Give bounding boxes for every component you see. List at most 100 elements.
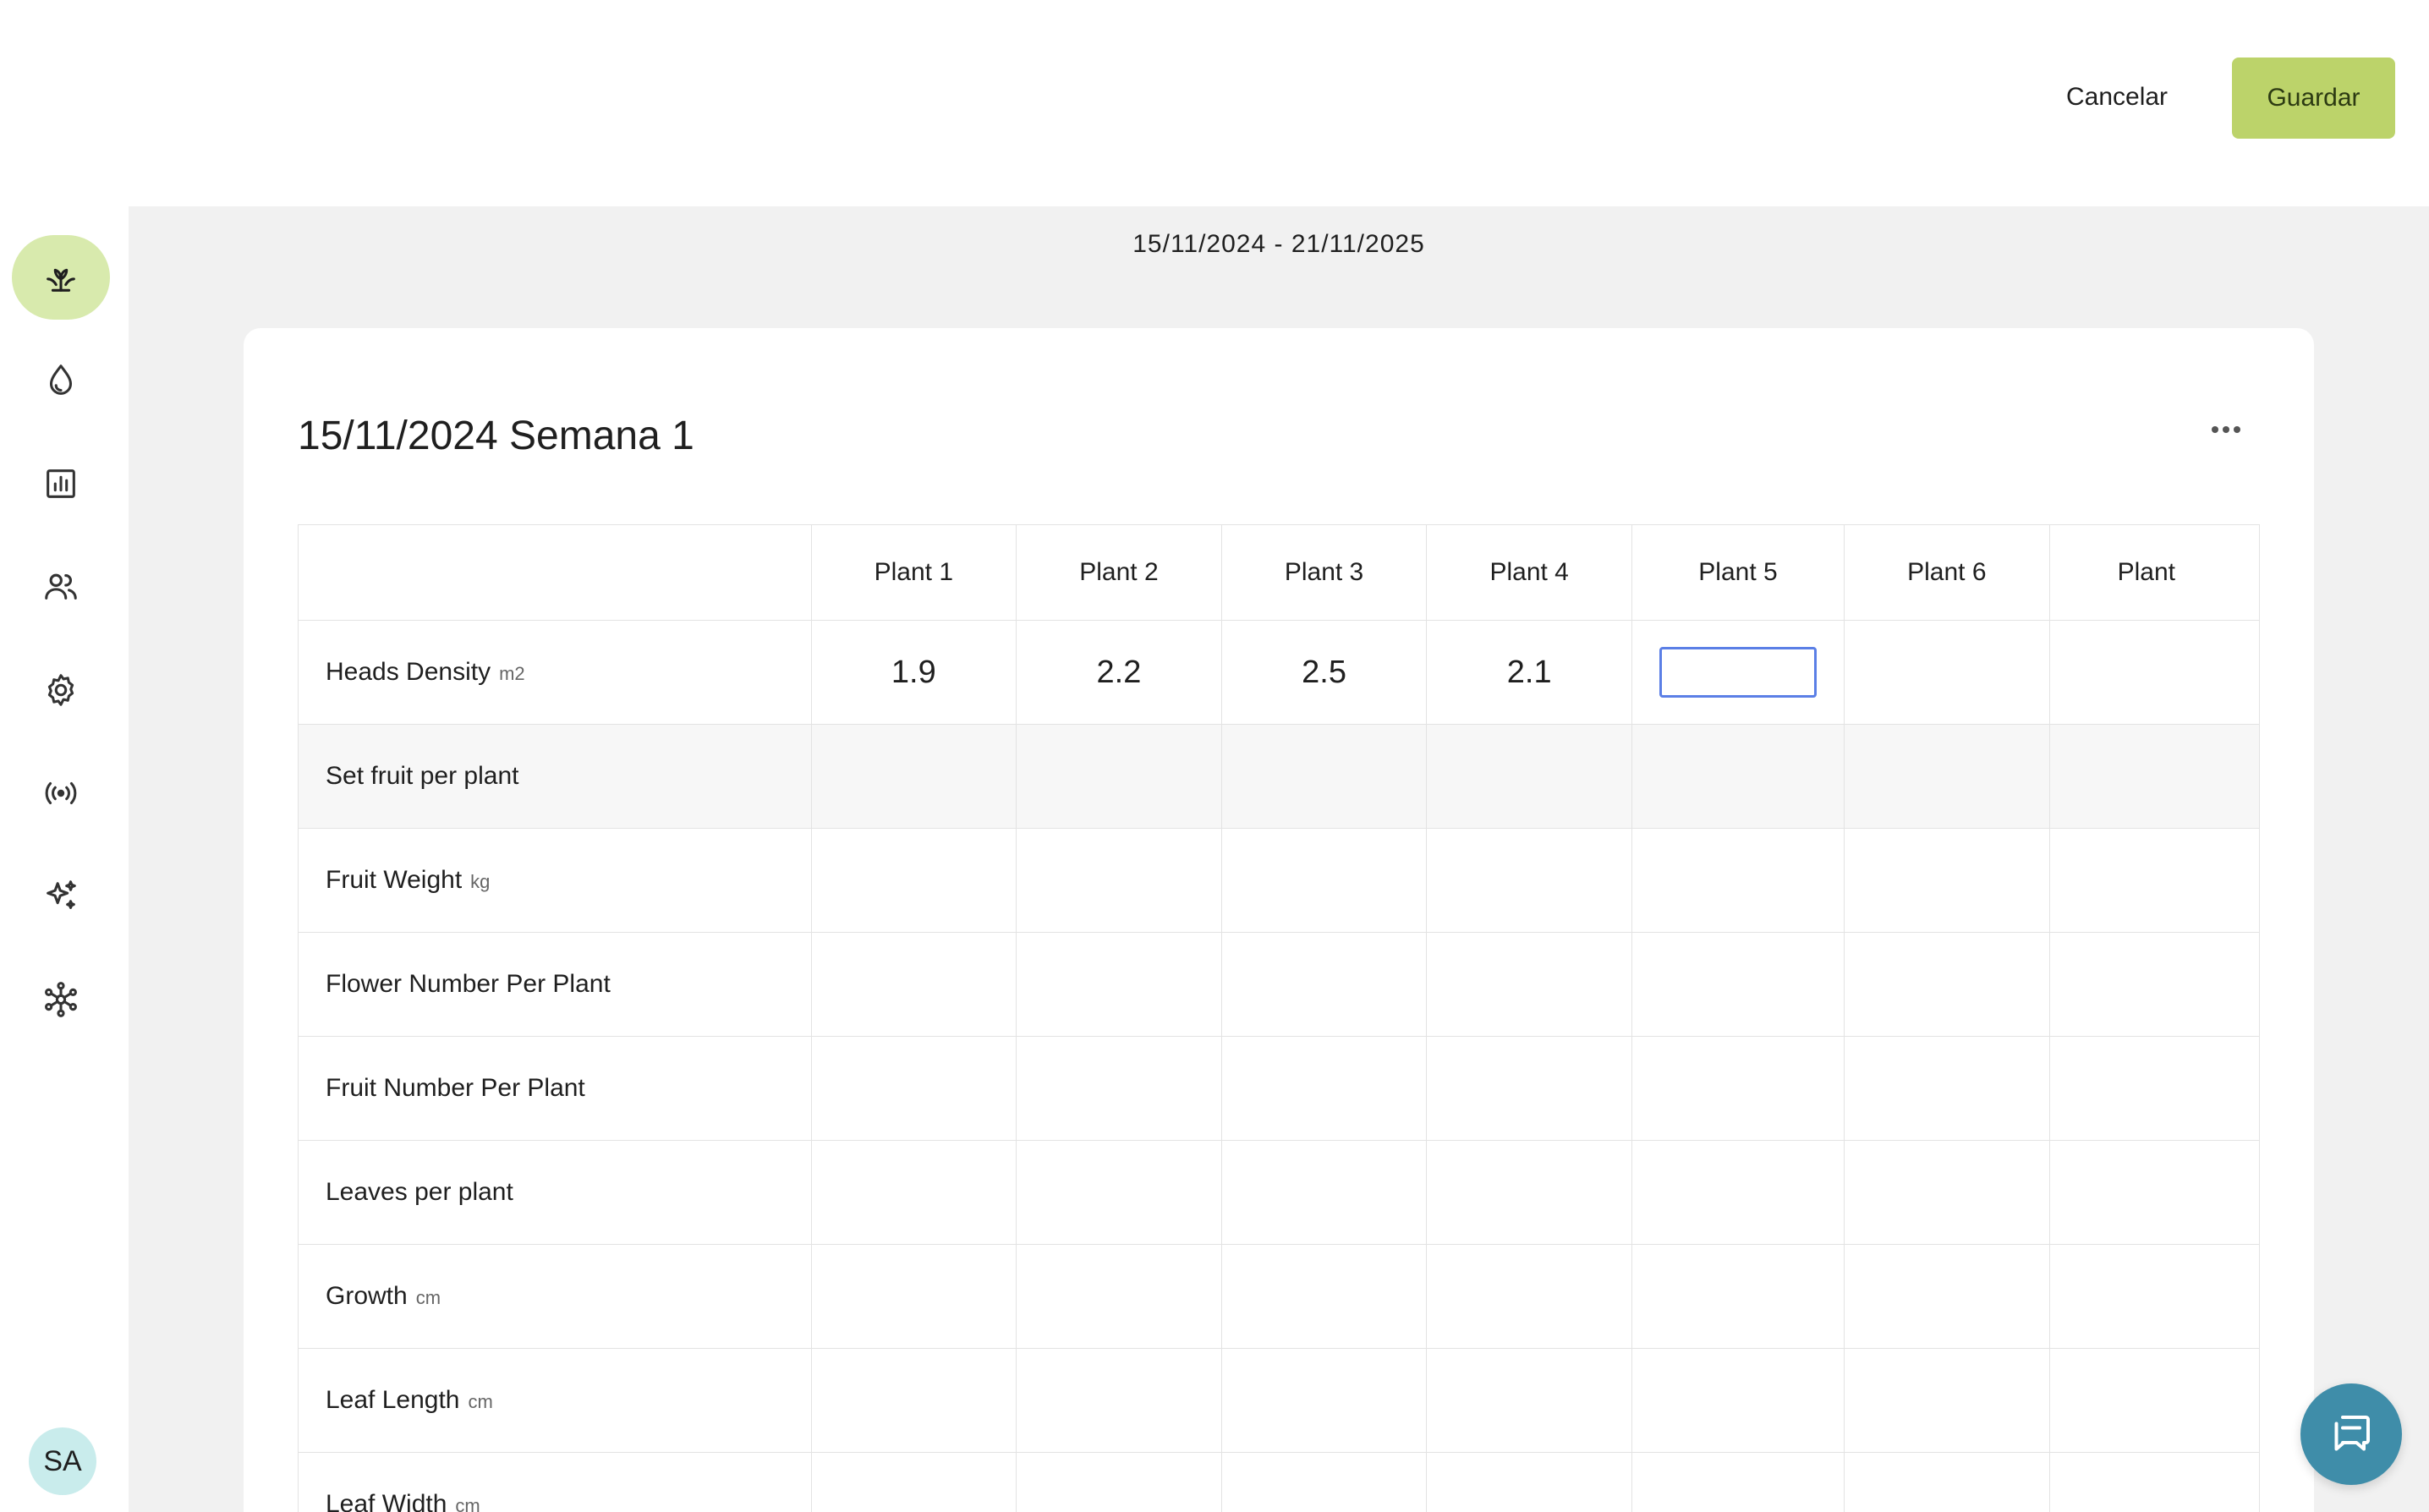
table-cell[interactable] (1844, 620, 2050, 725)
measurements-table-wrap[interactable]: Plant 1 Plant 2 Plant 3 Plant 4 Plant 5 … (298, 524, 2260, 1512)
row-label-text: Leaf Width (326, 1490, 447, 1512)
table-cell[interactable] (1631, 1244, 1845, 1349)
table-cell[interactable] (1220, 1452, 1428, 1512)
table-cell[interactable]: 2.2 (1016, 620, 1222, 725)
table-cell[interactable] (2048, 932, 2260, 1037)
table-cell[interactable] (1426, 1348, 1632, 1453)
row-label: Heads Density m2 (298, 620, 812, 725)
table-cell[interactable] (810, 1452, 1017, 1512)
table-cell[interactable] (810, 932, 1017, 1037)
table-cell[interactable] (810, 1348, 1017, 1453)
sidebar-item-reports[interactable] (12, 441, 110, 526)
table-cell[interactable] (2048, 724, 2260, 829)
table-cell[interactable] (2048, 620, 2260, 725)
sidebar-item-crops[interactable] (12, 235, 110, 320)
table-cell[interactable] (1016, 1348, 1222, 1453)
table-row: Set fruit per plant (298, 724, 2260, 829)
table-cell[interactable] (1220, 1244, 1428, 1349)
table-cell[interactable] (1844, 1140, 2050, 1245)
table-cell[interactable] (1426, 724, 1632, 829)
users-icon (45, 573, 77, 600)
column-header: Plant (2048, 524, 2260, 621)
table-cell[interactable] (2048, 1452, 2260, 1512)
table-cell[interactable] (810, 828, 1017, 933)
table-cell[interactable] (1016, 828, 1222, 933)
sidebar-item-integrations[interactable] (12, 957, 110, 1042)
table-cell[interactable] (810, 724, 1017, 829)
table-cell[interactable] (1220, 932, 1428, 1037)
more-options-icon[interactable] (2201, 413, 2251, 446)
table-cell[interactable] (1844, 1036, 2050, 1141)
sidebar-item-irrigation[interactable] (12, 338, 110, 423)
table-cell[interactable] (1631, 724, 1845, 829)
column-header: Plant 1 (810, 524, 1017, 621)
table-cell[interactable] (1220, 1348, 1428, 1453)
table-cell[interactable] (1220, 828, 1428, 933)
table-cell[interactable] (1631, 620, 1845, 725)
sparkles-icon (47, 880, 76, 909)
sidebar-item-settings[interactable] (12, 648, 110, 732)
table-row: Leaves per plant (298, 1140, 2260, 1245)
table-cell[interactable] (1631, 1140, 1845, 1245)
table-cell[interactable] (1631, 1036, 1845, 1141)
table-cell[interactable] (1631, 1348, 1845, 1453)
table-cell[interactable] (2048, 1036, 2260, 1141)
row-label: Leaf Width cm (298, 1452, 812, 1512)
table-cell[interactable] (1016, 932, 1222, 1037)
table-cell[interactable] (1844, 724, 2050, 829)
table-cell[interactable] (1426, 1140, 1632, 1245)
table-cell[interactable] (1631, 1452, 1845, 1512)
table-cell[interactable] (1426, 932, 1632, 1037)
table-cell[interactable]: 2.1 (1426, 620, 1632, 725)
table-cell[interactable] (1016, 724, 1222, 829)
table-cell[interactable] (1426, 1036, 1632, 1141)
row-label: Leaf Length cm (298, 1348, 812, 1453)
cell-input[interactable] (1659, 647, 1817, 698)
table-row: Flower Number Per Plant (298, 932, 2260, 1037)
row-unit: cm (468, 1391, 493, 1412)
sidebar-item-sensors[interactable] (12, 751, 110, 835)
sidebar: SA (0, 206, 129, 1512)
table-cell[interactable] (810, 1036, 1017, 1141)
table-cell[interactable] (1844, 1348, 2050, 1453)
sidebar-item-users[interactable] (12, 545, 110, 629)
cancel-button[interactable]: Cancelar (2038, 68, 2196, 127)
table-cell[interactable] (1426, 1244, 1632, 1349)
table-cell[interactable] (1844, 828, 2050, 933)
table-cell[interactable] (1016, 1036, 1222, 1141)
avatar[interactable]: SA (29, 1427, 96, 1495)
table-cell[interactable] (1631, 828, 1845, 933)
table-cell[interactable] (2048, 1348, 2260, 1453)
table-cell[interactable] (1426, 828, 1632, 933)
date-range[interactable]: 15/11/2024 - 21/11/2025 (129, 230, 2429, 259)
table-cell[interactable] (1844, 1452, 2050, 1512)
row-label-text: Fruit Number Per Plant (326, 1074, 585, 1102)
table-cell[interactable] (1016, 1452, 1222, 1512)
table-cell[interactable] (1220, 1140, 1428, 1245)
sidebar-item-ai[interactable] (12, 854, 110, 939)
table-cell[interactable] (1844, 932, 2050, 1037)
table-cell[interactable] (1426, 1452, 1632, 1512)
table-row: Heads Density m2 1.9 2.2 2.5 2.1 (298, 620, 2260, 725)
table-cell[interactable] (1220, 1036, 1428, 1141)
chat-button[interactable] (2300, 1383, 2402, 1485)
row-label-text: Leaf Length (326, 1386, 460, 1414)
table-cell[interactable] (810, 1244, 1017, 1349)
table-cell[interactable] (1016, 1244, 1222, 1349)
table-cell[interactable] (2048, 1244, 2260, 1349)
table-cell[interactable] (810, 1140, 1017, 1245)
table-cell[interactable] (1016, 1140, 1222, 1245)
water-drop-icon (49, 364, 73, 395)
row-label: Leaves per plant (298, 1140, 812, 1245)
broadcast-icon (45, 781, 77, 805)
table-row: Growth cm (298, 1244, 2260, 1349)
table-cell[interactable] (2048, 1140, 2260, 1245)
table-cell[interactable]: 1.9 (810, 620, 1017, 725)
page-title: 15/11/2024 Semana 1 (298, 414, 694, 458)
table-cell[interactable] (1844, 1244, 2050, 1349)
table-cell[interactable] (1220, 724, 1428, 829)
table-cell[interactable]: 2.5 (1220, 620, 1428, 725)
save-button[interactable]: Guardar (2232, 58, 2395, 139)
table-cell[interactable] (1631, 932, 1845, 1037)
table-cell[interactable] (2048, 828, 2260, 933)
